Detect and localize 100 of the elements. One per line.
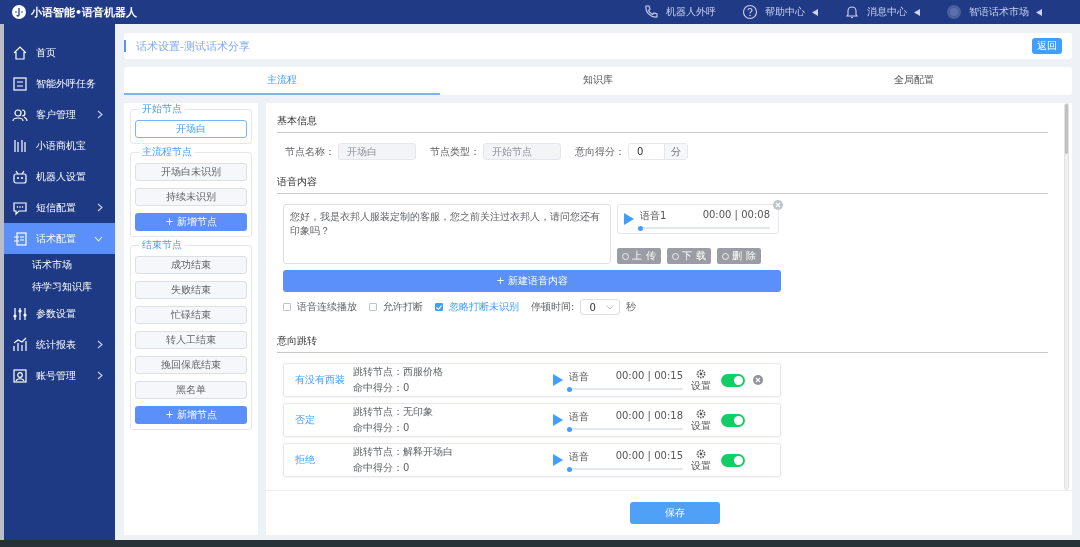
group-title: 结束节点 — [139, 239, 185, 251]
checkbox[interactable] — [283, 303, 291, 311]
sidebar-item[interactable]: 统计报表 — [4, 329, 115, 360]
progress-thumb[interactable] — [567, 466, 572, 472]
score-text: 命中得分：0 — [353, 381, 411, 395]
node-button[interactable]: 转人工结束 — [135, 331, 247, 349]
caret-icon[interactable] — [812, 8, 818, 16]
toggle-switch[interactable] — [721, 413, 745, 427]
node-button[interactable]: 挽回保底结束 — [135, 356, 247, 374]
page-title: 话术设置-测试话术分享 — [136, 38, 250, 54]
sidebar-item[interactable]: 小语商机宝 — [4, 130, 115, 161]
audio-name: 语音 — [569, 410, 589, 424]
header-link[interactable]: 帮助中心 — [765, 5, 805, 19]
node-button[interactable]: 失败结束 — [135, 281, 247, 299]
field-label: 停顿时间: — [531, 300, 575, 314]
progress-thumb[interactable] — [638, 225, 643, 231]
input-field[interactable]: 0 分 — [628, 143, 688, 160]
sliders-icon — [12, 305, 28, 322]
text-area[interactable]: 您好，我是衣邦人服装定制的客服，您之前关注过衣邦人，请问您还有印象吗？ — [283, 204, 611, 264]
score-text: 命中得分：0 — [353, 421, 411, 435]
users-icon — [12, 106, 28, 123]
field-label: 意向得分： — [575, 144, 625, 159]
header-link[interactable]: 消息中心 — [867, 5, 907, 19]
field-label: 节点名称： — [285, 144, 335, 159]
caret-icon[interactable] — [1036, 8, 1042, 16]
progress-thumb[interactable] — [567, 426, 572, 432]
close-icon[interactable] — [773, 200, 783, 210]
sidebar-subitem[interactable]: 话术市场 — [4, 254, 115, 276]
checkbox[interactable] — [435, 303, 443, 311]
chart-icon — [12, 336, 28, 353]
audio-name: 语音 — [569, 370, 589, 384]
node-button[interactable]: 成功结束 — [135, 256, 247, 274]
bars-icon — [12, 137, 28, 154]
app-title: 小语智能•语音机器人 — [31, 4, 138, 20]
sidebar-item[interactable]: 机器人设置 — [4, 161, 115, 192]
sidebar-subitem[interactable]: 待学习知识库 — [4, 276, 115, 298]
check-icon — [436, 304, 442, 310]
tab[interactable]: 全局配置 — [756, 67, 1072, 95]
sidebar-item[interactable]: 账号管理 — [4, 360, 115, 391]
node-button[interactable]: 开场白未识别 — [135, 163, 247, 181]
jump-node-text: 跳转节点：无印象 — [353, 405, 434, 419]
robot-icon — [12, 168, 28, 185]
input-field: 开始节点 — [483, 143, 561, 160]
scrollbar[interactable] — [1064, 103, 1069, 490]
close-icon[interactable] — [753, 375, 763, 385]
accent-bar — [124, 40, 126, 52]
play-icon[interactable] — [553, 374, 563, 386]
checkbox-label: 语音连续播放 — [297, 300, 357, 314]
chat-icon — [12, 199, 28, 216]
score-text: 命中得分：0 — [353, 461, 411, 475]
section-heading: 语音内容 — [277, 176, 317, 187]
logo-icon — [12, 5, 26, 19]
audio-name: 语音1 — [640, 209, 667, 223]
phone-icon[interactable] — [643, 4, 659, 20]
sidebar-item[interactable]: 短信配置 — [4, 192, 115, 223]
bell-icon[interactable] — [844, 4, 860, 20]
toggle-switch[interactable] — [721, 373, 745, 387]
input-field: 开场白 — [338, 143, 416, 160]
sidebar-item[interactable]: 智能外呼任务 — [4, 68, 115, 99]
account-icon — [12, 367, 28, 384]
audio-time: 00:00 | 00:15 — [615, 370, 683, 384]
unit-label: 秒 — [626, 300, 637, 314]
audio-time: 00:00 | 00:08 — [702, 209, 770, 223]
pause-select[interactable]: 0 — [580, 299, 621, 315]
settings-button[interactable]: 设置 — [691, 449, 711, 471]
checkbox[interactable] — [369, 303, 377, 311]
sidebar-item[interactable]: 客户管理 — [4, 99, 115, 130]
book-icon — [12, 230, 28, 247]
play-icon[interactable] — [624, 213, 634, 225]
list-icon — [12, 75, 28, 92]
play-icon[interactable] — [553, 414, 563, 426]
chevron-down-icon — [606, 304, 615, 310]
header-link[interactable]: 机器人外呼 — [666, 5, 716, 19]
toggle-switch[interactable] — [721, 453, 745, 467]
section-heading: 意向跳转 — [277, 335, 317, 346]
caret-icon[interactable] — [914, 8, 920, 16]
home-icon — [12, 44, 28, 61]
group-title: 主流程节点 — [139, 146, 195, 158]
sidebar-item[interactable]: 首页 — [4, 37, 115, 68]
node-button[interactable]: 忙碌结束 — [135, 306, 247, 324]
node-button[interactable]: 黑名单 — [135, 381, 247, 399]
settings-button[interactable]: 设置 — [691, 369, 711, 391]
tab[interactable]: 知识库 — [440, 67, 756, 95]
avatar-icon[interactable] — [946, 4, 962, 20]
node-button[interactable]: 持续未识别 — [135, 188, 247, 206]
jump-node-text: 跳转节点：解释开场白 — [353, 445, 454, 459]
jump-node-text: 跳转节点：西服价格 — [353, 365, 444, 379]
gear-icon — [696, 369, 706, 379]
unit-label: 分 — [664, 144, 687, 159]
settings-button[interactable]: 设置 — [691, 409, 711, 431]
progress-thumb[interactable] — [567, 386, 572, 392]
header-link[interactable]: 智语话术市场 — [969, 5, 1029, 19]
sidebar-item[interactable]: 参数设置 — [4, 298, 115, 329]
audio-time: 00:00 | 00:18 — [615, 410, 683, 424]
section-heading: 基本信息 — [277, 115, 317, 126]
play-icon[interactable] — [553, 454, 563, 466]
audio-time: 00:00 | 00:15 — [615, 450, 683, 464]
checkbox-label: 忽略打断未识别 — [449, 300, 519, 314]
field-label: 节点类型： — [430, 144, 480, 159]
help-icon[interactable] — [742, 4, 758, 20]
